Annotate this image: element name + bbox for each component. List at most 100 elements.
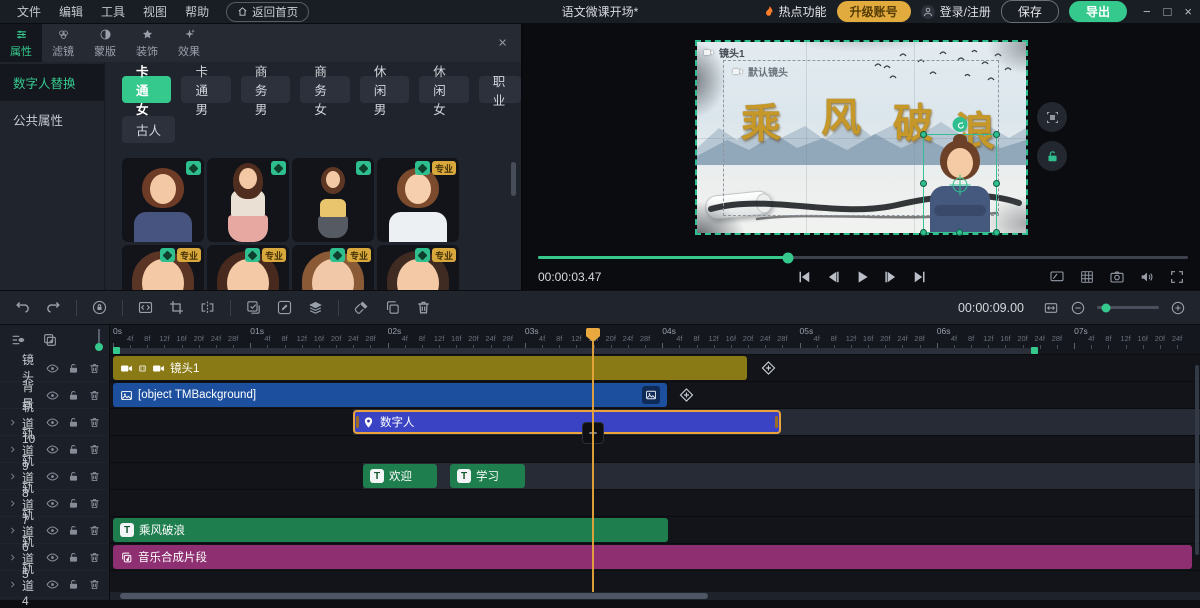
zoom-slider-handle[interactable] — [1102, 303, 1111, 312]
lock-toggle[interactable] — [67, 416, 80, 429]
category-休闲女[interactable]: 休闲女 — [419, 76, 468, 103]
tab-蒙版[interactable]: 蒙版 — [84, 24, 126, 62]
fullscreen-button[interactable] — [1169, 269, 1185, 285]
minimize-button[interactable]: − — [1143, 4, 1151, 19]
addtrack-button[interactable] — [42, 332, 58, 348]
flip-button[interactable] — [199, 299, 216, 316]
lock-toggle[interactable] — [67, 389, 80, 402]
work-range-end[interactable] — [1031, 347, 1038, 354]
undo-button[interactable] — [14, 299, 31, 316]
delete-track-button[interactable] — [88, 416, 101, 429]
resize-handle[interactable] — [993, 131, 1000, 138]
menu-编辑[interactable]: 编辑 — [59, 5, 83, 19]
panel-scrollbar[interactable] — [511, 162, 516, 196]
category-商务男[interactable]: 商务男 — [241, 76, 290, 103]
close-window-button[interactable]: × — [1184, 4, 1192, 19]
save-button[interactable]: 保存 — [1001, 0, 1059, 23]
menu-文件[interactable]: 文件 — [17, 5, 41, 19]
clip-欢迎[interactable]: T欢迎 — [363, 464, 437, 488]
visibility-toggle[interactable] — [46, 416, 59, 429]
avatar-card-4[interactable]: 专业 — [377, 158, 459, 242]
login-button[interactable]: 登录/注册 — [921, 3, 991, 20]
maximize-button[interactable]: □ — [1164, 4, 1172, 19]
visibility-toggle[interactable] — [46, 362, 59, 375]
tab-装饰[interactable]: 装饰 — [126, 24, 168, 62]
clip-学习[interactable]: T学习 — [450, 464, 525, 488]
visibility-toggle[interactable] — [46, 551, 59, 564]
delete-track-button[interactable] — [88, 497, 101, 510]
fbrush-button[interactable] — [353, 299, 370, 316]
trim-handle-right[interactable] — [775, 416, 778, 428]
lock-toggle[interactable] — [67, 551, 80, 564]
timeline-zoom-slider[interactable] — [1097, 306, 1159, 309]
fit-timeline-button[interactable] — [1043, 300, 1059, 316]
vertical-scrollbar[interactable] — [1195, 365, 1199, 555]
display-button[interactable] — [1049, 269, 1065, 285]
playback-progress[interactable] — [538, 256, 1188, 259]
trackmgr-button[interactable] — [10, 332, 26, 348]
delete-track-button[interactable] — [88, 551, 101, 564]
menu-工具[interactable]: 工具 — [101, 5, 125, 19]
rotate-handle[interactable] — [953, 117, 968, 132]
avatar-card-1[interactable] — [122, 158, 204, 242]
crop-button[interactable] — [168, 299, 185, 316]
add-keyframe-button[interactable] — [760, 360, 777, 377]
delete-track-button[interactable] — [88, 362, 101, 375]
category-职业[interactable]: 职业 — [479, 76, 521, 103]
delete-track-button[interactable] — [88, 443, 101, 456]
upgrade-account-button[interactable]: 升级账号 — [837, 1, 911, 22]
preview-canvas[interactable]: 乘风破浪 镜头1 默认镜头 — [697, 42, 1026, 233]
delete-track-button[interactable] — [88, 524, 101, 537]
add-segment-button[interactable]: + — [582, 422, 604, 444]
time-ruler[interactable]: 0s4f8f12f16f20f24f28f01s4f8f12f16f20f24f… — [110, 325, 1200, 355]
transform-button[interactable] — [1037, 102, 1067, 132]
clip-[object TMBackground][interactable]: [object TMBackground] — [113, 383, 667, 407]
category-古人[interactable]: 古人 — [122, 116, 175, 143]
category-卡通男[interactable]: 卡通男 — [181, 76, 230, 103]
skip-end-button[interactable] — [911, 268, 929, 286]
avatar-card-3[interactable] — [292, 158, 374, 242]
copy-button[interactable] — [384, 299, 401, 316]
zoom-out-button[interactable] — [1070, 300, 1086, 316]
delete-track-button[interactable] — [88, 389, 101, 402]
expand-icon[interactable] — [8, 580, 17, 589]
avatar-card-6[interactable]: 专业 — [207, 245, 289, 290]
skip-start-button[interactable] — [795, 268, 813, 286]
work-range-start[interactable] — [113, 347, 120, 354]
visibility-toggle[interactable] — [46, 389, 59, 402]
visibility-toggle[interactable] — [46, 578, 59, 591]
delete-track-button[interactable] — [88, 578, 101, 591]
expand-icon[interactable] — [8, 526, 17, 535]
expand-icon[interactable] — [8, 445, 17, 454]
add-keyframe-button[interactable] — [678, 387, 695, 404]
snapshot-button[interactable] — [1109, 269, 1125, 285]
safe-button[interactable] — [91, 299, 108, 316]
digital-human-selection[interactable] — [923, 134, 997, 233]
trim-handle-left[interactable] — [356, 416, 359, 428]
layers-button[interactable] — [307, 299, 324, 316]
tab-滤镜[interactable]: 滤镜 — [42, 24, 84, 62]
resize-handle[interactable] — [920, 131, 927, 138]
sidebar-item-数字人替换[interactable]: 数字人替换 — [0, 64, 104, 101]
avatar-card-2[interactable] — [207, 158, 289, 242]
sidebar-item-公共属性[interactable]: 公共属性 — [0, 101, 104, 138]
visibility-toggle[interactable] — [46, 443, 59, 456]
brackets-button[interactable] — [137, 299, 154, 316]
progress-handle[interactable] — [783, 252, 794, 263]
menu-帮助[interactable]: 帮助 — [185, 5, 209, 19]
category-商务女[interactable]: 商务女 — [300, 76, 349, 103]
visibility-toggle[interactable] — [46, 524, 59, 537]
clip-乘风破浪[interactable]: T乘风破浪 — [113, 518, 668, 542]
next-frame-button[interactable] — [882, 268, 900, 286]
resize-handle[interactable] — [993, 180, 1000, 187]
lock-toggle[interactable] — [67, 470, 80, 483]
lock-button[interactable] — [1037, 141, 1067, 171]
back-home-button[interactable]: 返回首页 — [226, 2, 309, 22]
category-休闲男[interactable]: 休闲男 — [360, 76, 409, 103]
lock-toggle[interactable] — [67, 443, 80, 456]
delete-track-button[interactable] — [88, 470, 101, 483]
grid-button[interactable] — [1079, 269, 1095, 285]
tab-属性[interactable]: 属性 — [0, 24, 42, 62]
resize-handle[interactable] — [993, 229, 1000, 236]
trash-button[interactable] — [415, 299, 432, 316]
